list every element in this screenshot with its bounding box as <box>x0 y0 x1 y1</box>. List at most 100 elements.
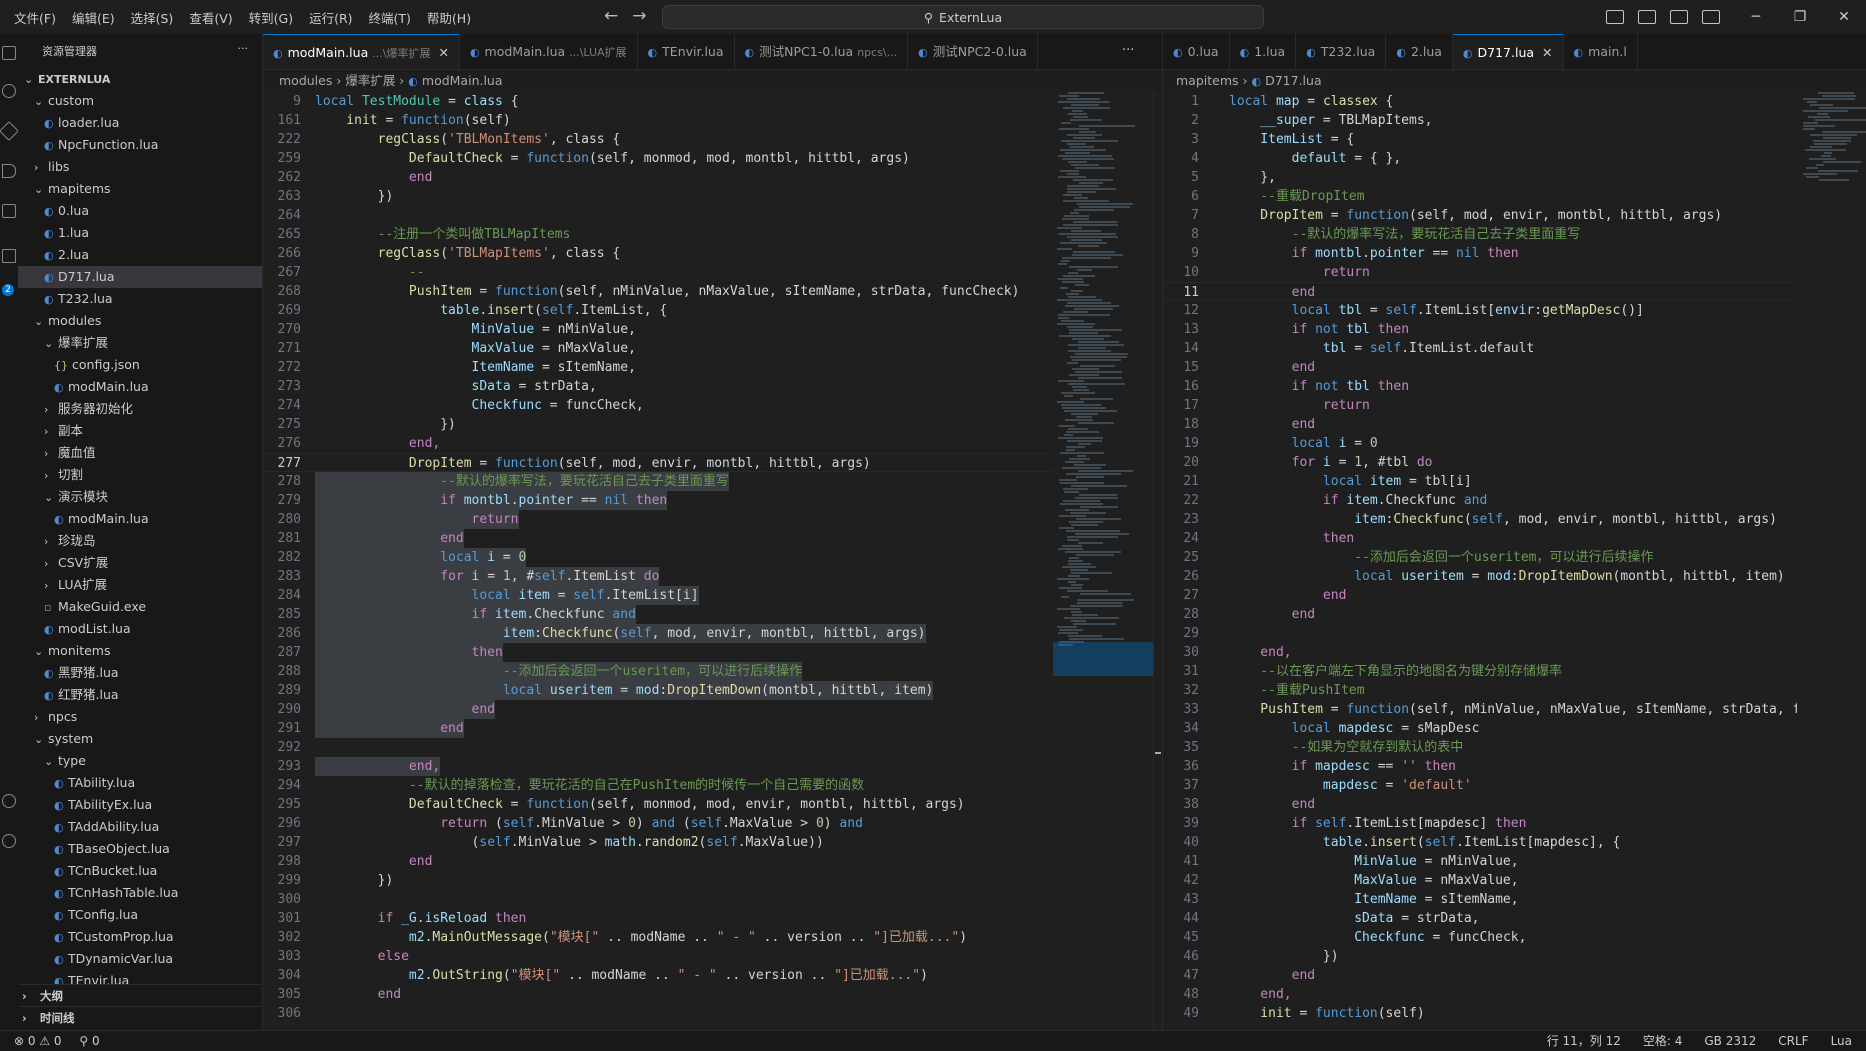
tree-file[interactable]: ◐ TAddAbility.lua <box>18 816 262 838</box>
menu-item[interactable]: 选择(S) <box>131 8 174 27</box>
toggle-secondary-sidebar-icon[interactable] <box>1670 10 1688 24</box>
tree-folder[interactable]: › 副本 <box>18 420 262 442</box>
toggle-primary-sidebar-icon[interactable] <box>1606 10 1624 24</box>
editor-tab[interactable]: ◐ T232.lua <box>1296 34 1387 69</box>
tree-file[interactable]: ◐ modList.lua <box>18 618 262 640</box>
right-minimap[interactable] <box>1797 92 1866 1030</box>
menu-item[interactable]: 运行(R) <box>309 8 352 27</box>
right-code-editor[interactable]: 1 local map = classex {2 __super = TBLMap… <box>1163 92 1797 1030</box>
end-of-line[interactable]: CRLF <box>1778 1031 1808 1051</box>
explorer-icon[interactable] <box>2 46 16 60</box>
menu-item[interactable]: 终端(T) <box>369 8 411 27</box>
editor-tab[interactable]: ◐ TEnvir.lua <box>638 34 735 69</box>
tree-folder[interactable]: ⌄ monitems <box>18 640 262 662</box>
tree-file[interactable]: ◐ TCnBucket.lua <box>18 860 262 882</box>
tree-file[interactable]: ◐ modMain.lua <box>18 376 262 398</box>
more-actions-icon[interactable]: ··· <box>238 42 249 55</box>
tree-file[interactable]: ◐ TConfig.lua <box>18 904 262 926</box>
minimap-viewport[interactable] <box>1053 642 1153 676</box>
close-tab-icon[interactable]: ✕ <box>1542 45 1552 60</box>
tree-folder[interactable]: ⌄ 演示模块 <box>18 486 262 508</box>
breadcrumb-segment[interactable]: modMain.lua <box>422 73 503 88</box>
menu-item[interactable]: 帮助(H) <box>427 8 471 27</box>
extensions-icon[interactable] <box>2 204 16 218</box>
tree-folder[interactable]: › 魔血值 <box>18 442 262 464</box>
restore-button[interactable]: ❐ <box>1778 9 1822 25</box>
cursor-position[interactable]: 行 11，列 12 <box>1547 1031 1621 1051</box>
tree-file[interactable]: ◐ TAbilityEx.lua <box>18 794 262 816</box>
left-scrollbar[interactable] <box>1153 92 1162 1030</box>
source-control-icon[interactable] <box>0 121 19 141</box>
tree-file[interactable]: ◐ NpcFunction.lua <box>18 134 262 156</box>
ports-indicator[interactable]: ⚲ 0 <box>79 1034 99 1048</box>
breadcrumb-segment[interactable]: modules <box>279 73 332 88</box>
encoding[interactable]: GB 2312 <box>1704 1031 1756 1051</box>
tree-file[interactable]: ◐ TCnHashTable.lua <box>18 882 262 904</box>
tree-file[interactable]: ◐ TDynamicVar.lua <box>18 948 262 970</box>
problems-indicator[interactable]: ⊗ 0 ⚠ 0 <box>14 1034 62 1048</box>
tree-file[interactable]: ◐ TCustomProp.lua <box>18 926 262 948</box>
account-icon[interactable] <box>2 794 16 808</box>
remote-explorer-icon[interactable] <box>2 249 16 263</box>
back-arrow-icon[interactable]: ← <box>604 6 618 26</box>
outline-section[interactable]: › 大纲 <box>18 984 262 1007</box>
tree-folder[interactable]: ⌄ EXTERNLUA <box>18 68 262 90</box>
timeline-section[interactable]: › 时间线 <box>18 1006 262 1029</box>
tree-file[interactable]: ◐ 红野猪.lua <box>18 684 262 706</box>
indentation[interactable]: 空格: 4 <box>1643 1031 1683 1051</box>
tree-folder[interactable]: ⌄ mapitems <box>18 178 262 200</box>
editor-tab[interactable]: ◐ main.l <box>1564 34 1638 69</box>
menu-item[interactable]: 查看(V) <box>189 8 232 27</box>
tree-folder[interactable]: › 服务器初始化 <box>18 398 262 420</box>
tree-file[interactable]: ▫ MakeGuid.exe <box>18 596 262 618</box>
tree-file[interactable]: ◐ 0.lua <box>18 200 262 222</box>
editor-tab[interactable]: ◐ D717.lua ✕ <box>1452 34 1564 69</box>
tree-folder[interactable]: › libs <box>18 156 262 178</box>
tree-file[interactable]: ◐ T232.lua <box>18 288 262 310</box>
scroll-thumb[interactable] <box>1155 752 1161 754</box>
tree-folder[interactable]: ⌄ type <box>18 750 262 772</box>
search-view-icon[interactable] <box>2 84 16 98</box>
tree-folder[interactable]: › 珍珑岛 <box>18 530 262 552</box>
menu-item[interactable]: 文件(F) <box>14 8 56 27</box>
tree-folder[interactable]: › npcs <box>18 706 262 728</box>
close-tab-icon[interactable]: ✕ <box>438 45 448 60</box>
tree-file[interactable]: ◐ 2.lua <box>18 244 262 266</box>
command-center-search[interactable]: ⚲ ExternLua <box>662 5 1264 29</box>
tree-folder[interactable]: ⌄ custom <box>18 90 262 112</box>
customize-layout-icon[interactable] <box>1702 10 1720 24</box>
tree-folder[interactable]: ⌄ 爆率扩展 <box>18 332 262 354</box>
tree-file[interactable]: ◐ TBaseObject.lua <box>18 838 262 860</box>
tree-file[interactable]: {} config.json <box>18 354 262 376</box>
tree-file[interactable]: ◐ 黑野猪.lua <box>18 662 262 684</box>
breadcrumb-segment[interactable]: 爆率扩展 <box>345 73 395 88</box>
more-tabs-icon[interactable]: ··· <box>1122 43 1134 58</box>
left-minimap[interactable] <box>1053 92 1153 1030</box>
editor-tab[interactable]: ◐ 测试NPC2-0.lua <box>908 34 1038 69</box>
tree-folder[interactable]: › LUA扩展 <box>18 574 262 596</box>
tree-file[interactable]: ◐ D717.lua <box>18 266 262 288</box>
editor-tab[interactable]: ◐ modMain.lua ...\LUA扩展 <box>460 34 638 69</box>
editor-tab[interactable]: ◐ 2.lua <box>1386 34 1453 69</box>
tree-file[interactable]: ◐ loader.lua <box>18 112 262 134</box>
editor-tab[interactable]: ◐ 1.lua <box>1230 34 1297 69</box>
breadcrumb-segment[interactable]: mapitems <box>1176 73 1239 88</box>
menu-item[interactable]: 转到(G) <box>249 8 293 27</box>
tree-folder[interactable]: ⌄ modules <box>18 310 262 332</box>
editor-tab[interactable]: ◐ 测试NPC1-0.lua npcs\... <box>735 34 909 69</box>
minimize-button[interactable]: ─ <box>1734 9 1778 25</box>
settings-gear-icon[interactable] <box>2 834 16 848</box>
left-code-editor[interactable]: 9 local TestModule = class {161 init = fu… <box>263 92 1053 1030</box>
editor-tab[interactable]: ◐ 0.lua <box>1163 34 1230 69</box>
tree-file[interactable]: ◐ modMain.lua <box>18 508 262 530</box>
breadcrumb-segment[interactable]: D717.lua <box>1265 73 1322 88</box>
language-mode[interactable]: Lua <box>1831 1031 1852 1051</box>
tree-folder[interactable]: ⌄ system <box>18 728 262 750</box>
tree-folder[interactable]: › CSV扩展 <box>18 552 262 574</box>
editor-tab[interactable]: ◐ modMain.lua ...\爆率扩展 ✕ <box>263 34 460 69</box>
toggle-panel-icon[interactable] <box>1638 10 1656 24</box>
tree-folder[interactable]: › 切割 <box>18 464 262 486</box>
close-window-button[interactable]: ✕ <box>1822 9 1866 25</box>
tree-file[interactable]: ◐ 1.lua <box>18 222 262 244</box>
run-debug-icon[interactable] <box>2 164 16 178</box>
